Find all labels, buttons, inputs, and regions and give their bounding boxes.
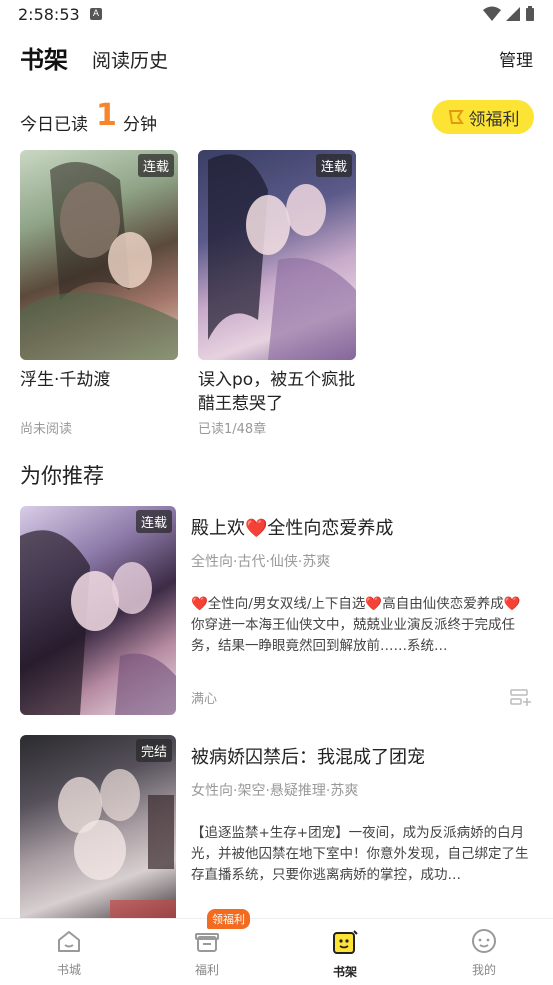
nav-label: 福利: [194, 963, 219, 977]
status-time: 2:58:53: [18, 5, 80, 24]
book-title[interactable]: 误入po，被五个疯批醋王惹哭了: [198, 368, 356, 416]
status-icons: [483, 6, 535, 22]
nav-label: 我的: [471, 963, 496, 977]
today-suffix: 分钟: [123, 115, 157, 135]
recommend-title: 为你推荐: [20, 464, 104, 488]
today-minutes: 1: [96, 98, 117, 133]
home-icon: [58, 931, 80, 952]
cover-art: [20, 162, 178, 360]
welfare-badge: 领福利: [207, 909, 250, 929]
cover-art: [208, 154, 356, 360]
book-progress: 已读1/48章: [198, 422, 267, 437]
recommend-item[interactable]: 完结 被病娇囚禁后：我混成了团宠 女性向·架空·悬疑推理·苏爽 【追逐监禁+生存…: [20, 735, 534, 920]
claim-welfare-label: 领福利: [468, 109, 520, 130]
recommend-book-title[interactable]: 被病娇囚禁后：我混成了团宠: [191, 743, 425, 769]
nav-label: 书城: [56, 963, 81, 977]
recommend-book-description: ❤️全性向/男女双线/上下自选❤️高自由仙侠恋爱养成❤️你穿进一本海王仙侠文中，…: [191, 596, 521, 654]
book-cover[interactable]: 完结: [20, 735, 176, 920]
status-tag: 连载: [135, 510, 172, 533]
tab-bookshelf[interactable]: 书架: [20, 40, 68, 75]
add-to-shelf-icon[interactable]: [510, 688, 532, 708]
book-cover[interactable]: 连载: [198, 150, 356, 360]
recommend-book-description: 【追逐监禁+生存+团宠】一夜间，成为反派病娇的白月光，并被他囚禁在地下室中！你意…: [191, 825, 529, 883]
profile-face-icon: [472, 929, 496, 953]
top-bar: 书架 阅读历史 管理: [0, 36, 553, 80]
shelf-book[interactable]: 连载 误入po，被五个疯批醋王惹哭了: [198, 150, 356, 416]
recommend-book-author: 满心: [191, 692, 218, 707]
recommend-item[interactable]: 连载 殿上欢❤️全性向恋爱养成 全性向·古代·仙侠·苏爽 ❤️全性向/男女双线/…: [20, 506, 534, 716]
notification-a-icon: A: [90, 8, 102, 20]
coupon-icon: [448, 110, 464, 124]
bottom-nav: 书城 福利 领福利 书架 我的: [0, 909, 553, 985]
book-cover[interactable]: 连载: [20, 506, 176, 715]
battery-icon: [526, 6, 534, 21]
recommend-book-title[interactable]: 殿上欢❤️全性向恋爱养成: [191, 514, 393, 540]
book-cover[interactable]: 连载: [20, 150, 178, 360]
status-tag: 连载: [137, 154, 174, 177]
cover-art: [20, 530, 176, 715]
nav-welfare[interactable]: 福利: [162, 927, 252, 978]
gift-box-icon: [195, 933, 219, 952]
today-prefix: 今日已读: [20, 115, 88, 135]
wifi-icon: [483, 6, 501, 21]
nav-label: 书架: [332, 965, 357, 979]
recommend-book-tags: 女性向·架空·悬疑推理·苏爽: [191, 783, 359, 799]
nav-bookstore[interactable]: 书城: [24, 927, 114, 978]
recommend-book-tags: 全性向·古代·仙侠·苏爽: [191, 554, 331, 570]
status-bar: 2:58:53 A: [0, 0, 553, 30]
bookshelf-icon: [333, 930, 358, 954]
nav-bookshelf[interactable]: 书架: [300, 927, 390, 980]
book-progress: 尚未阅读: [20, 422, 73, 437]
manage-button[interactable]: 管理: [499, 46, 533, 71]
signal-icon: [506, 7, 520, 21]
status-tag: 完结: [135, 739, 172, 762]
claim-welfare-button[interactable]: 领福利: [432, 100, 534, 134]
tab-reading-history[interactable]: 阅读历史: [92, 46, 168, 73]
nav-profile[interactable]: 我的: [439, 927, 529, 978]
status-tag: 连载: [315, 154, 352, 177]
shelf-book[interactable]: 连载 浮生·千劫渡: [20, 150, 178, 392]
book-title[interactable]: 浮生·千劫渡: [20, 368, 178, 392]
cover-art: [58, 769, 176, 920]
